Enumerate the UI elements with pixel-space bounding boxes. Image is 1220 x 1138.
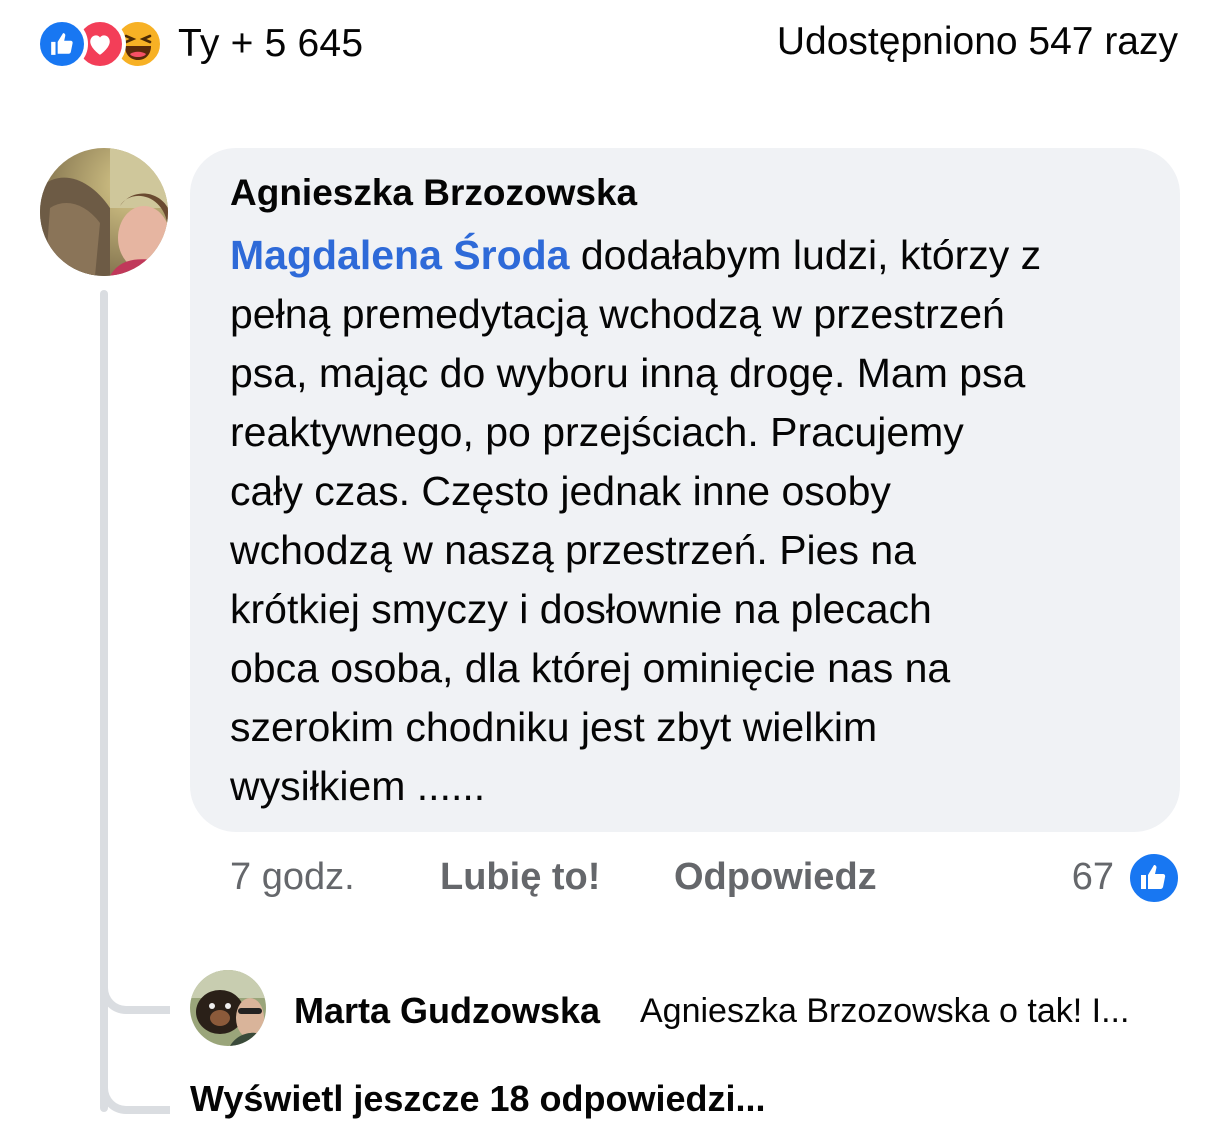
mention-link[interactable]: Magdalena Środa — [230, 232, 569, 278]
comment-text: Magdalena Środa dodałabym ludzi, którzy … — [230, 226, 1160, 816]
comment-line: krótkiej smyczy i dosłownie na plecach — [230, 586, 932, 632]
comment-line: reaktywnego, po przejściach. Pracujemy — [230, 409, 964, 455]
reply-avatar[interactable] — [190, 970, 266, 1046]
reactions-summary[interactable]: Ty + 5 645 — [36, 18, 363, 70]
reply-text[interactable]: Agnieszka Brzozowska o tak! I... — [640, 992, 1129, 1031]
reaction-count: Ty + 5 645 — [178, 22, 364, 65]
comment-line: pełną premedytacją wchodzą w przestrzeń — [230, 291, 1005, 337]
avatar[interactable] — [40, 148, 168, 276]
thread-connector — [100, 950, 170, 1014]
comment-line: wysiłkiem ...... — [230, 763, 486, 809]
comment-line: szerokim chodniku jest zbyt wielkim — [230, 704, 878, 750]
like-button[interactable]: Lubię to! — [440, 856, 600, 899]
comment-line: dodałabym ludzi, którzy z — [569, 232, 1042, 278]
reply-author[interactable]: Marta Gudzowska — [294, 990, 600, 1032]
comment-line: cały czas. Często jednak inne osoby — [230, 468, 891, 514]
share-count[interactable]: Udostępniono 547 razy — [777, 20, 1178, 64]
comment-line: wchodzą w naszą przestrzeń. Pies na — [230, 527, 916, 573]
like-reaction-icon — [36, 18, 88, 70]
like-icon[interactable] — [1128, 852, 1180, 904]
comment-like-count[interactable]: 67 — [1072, 856, 1114, 899]
thread-connector — [100, 1050, 170, 1114]
comment-line: obca osoba, dla której ominięcie nas na — [230, 645, 951, 691]
comment-author[interactable]: Agnieszka Brzozowska — [230, 172, 637, 214]
comment-line: psa, mając do wyboru inną drogę. Mam psa — [230, 350, 1026, 396]
view-more-replies-link[interactable]: Wyświetl jeszcze 18 odpowiedzi... — [190, 1078, 766, 1120]
comment-timestamp[interactable]: 7 godz. — [230, 856, 355, 899]
reply-button[interactable]: Odpowiedz — [674, 856, 877, 899]
